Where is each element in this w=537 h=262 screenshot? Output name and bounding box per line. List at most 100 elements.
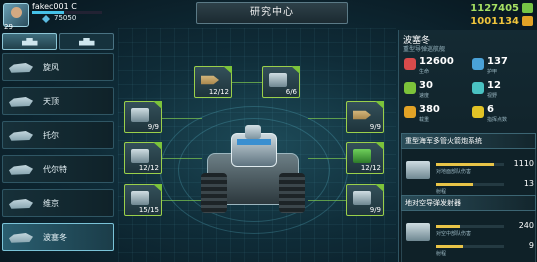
- stat-speed: 30 速度: [401, 78, 467, 100]
- node-count: 9/9: [147, 123, 159, 131]
- stat-label: 视野: [487, 93, 498, 99]
- stat-bar-fill: [436, 163, 494, 166]
- unit-item-tianding[interactable]: 天顶: [2, 87, 114, 115]
- stat-value: 12: [487, 80, 501, 91]
- unit-name: 波塞冬: [43, 233, 67, 242]
- heart-icon: [404, 58, 416, 70]
- gold-icon: [522, 16, 533, 26]
- research-node-armor[interactable]: 9/9: [124, 101, 162, 133]
- ship-icon: [9, 165, 33, 175]
- stat-value: 380: [419, 104, 440, 115]
- node-count: 12/12: [138, 164, 159, 172]
- weapon-title: 地对空导弹发射器: [401, 195, 536, 211]
- unit-item-weijing[interactable]: 维京: [2, 189, 114, 217]
- stat-value: 30: [419, 80, 433, 91]
- tree-connector: [162, 158, 202, 159]
- tab-naval[interactable]: [2, 33, 57, 50]
- weapon-rocket-system[interactable]: 重型海军多管火箭炮系统 1110 对地面部队伤害 13 射程: [401, 133, 536, 201]
- stat-bar: [436, 183, 504, 186]
- research-node-shell[interactable]: 12/12: [194, 66, 232, 98]
- speed-icon: [404, 82, 416, 94]
- radar-icon: [269, 73, 287, 87]
- weapon-stat-row: 9 射程: [436, 241, 534, 259]
- stat-value: 9: [528, 241, 534, 250]
- tree-connector: [308, 200, 346, 201]
- research-node-artillery[interactable]: 9/9: [346, 184, 384, 216]
- player-power: 75050: [54, 14, 77, 22]
- unlocked-check-icon: [375, 184, 384, 192]
- unlocked-check-icon: [291, 66, 300, 74]
- unit-item-tuoer[interactable]: 托尔: [2, 121, 114, 149]
- stat-value: 13: [523, 179, 534, 188]
- research-node-tank[interactable]: 15/15: [124, 184, 162, 216]
- shield-icon: [472, 58, 484, 70]
- cargo-icon: [404, 106, 416, 118]
- ship-icon: [9, 63, 33, 73]
- tank-stripe: [237, 139, 271, 145]
- credits-value: 1127405: [470, 2, 519, 14]
- stat-label: 速度: [419, 93, 430, 99]
- unit-category-tabs: [2, 33, 114, 50]
- stat-capacity: 380 载重: [401, 102, 467, 124]
- unlocked-check-icon: [153, 101, 162, 109]
- weapon-title: 重型海军多管火箭炮系统: [401, 133, 536, 149]
- resource-gold[interactable]: 1001134: [470, 15, 533, 27]
- credits-icon: [522, 3, 533, 13]
- node-count: 12/12: [360, 164, 381, 172]
- unlocked-check-icon: [375, 101, 384, 109]
- weapon-sam-launcher[interactable]: 地对空导弹发射器 240 对空中部队伤害 9 射程: [401, 195, 536, 262]
- stat-command: 6 指挥点数: [469, 102, 535, 124]
- stat-vision: 12 视野: [469, 78, 535, 100]
- stat-value: 1110: [513, 159, 534, 168]
- stat-bar: [436, 245, 504, 248]
- eye-icon: [472, 82, 484, 94]
- player-name: fakec001 C: [32, 2, 77, 11]
- stat-label: 载重: [419, 117, 430, 123]
- stat-label: 射程: [436, 189, 447, 195]
- ship-icon: [9, 199, 33, 209]
- unit-name: 托尔: [43, 131, 59, 140]
- stat-bar: [436, 163, 504, 166]
- unlocked-check-icon: [375, 142, 384, 150]
- stat-bar-fill: [436, 183, 474, 186]
- unit-item-xuanfeng[interactable]: 旋风: [2, 53, 114, 81]
- stat-label: 对空中部队伤害: [436, 231, 472, 237]
- unlocked-check-icon: [153, 184, 162, 192]
- tab-structures[interactable]: [59, 33, 114, 50]
- aircraft-icon: [9, 97, 33, 107]
- research-node-radar[interactable]: 6/6: [262, 66, 300, 98]
- unit-model-tank: [201, 125, 305, 213]
- stat-armor: 137 护甲: [469, 54, 535, 76]
- unit-name: 天顶: [43, 97, 59, 106]
- tree-connector: [308, 158, 346, 159]
- unit-item-daierte[interactable]: 代尔特: [2, 155, 114, 183]
- unlocked-check-icon: [153, 142, 162, 150]
- missile-launcher-icon: [406, 223, 430, 241]
- node-count: 9/9: [369, 206, 381, 214]
- page-title: 研究中心: [196, 2, 348, 24]
- research-node-chip[interactable]: 12/12: [346, 142, 384, 174]
- weapon-stat-row: 1110 对地面部队伤害: [436, 159, 534, 177]
- research-node-missile[interactable]: 9/9: [346, 101, 384, 133]
- stat-label: 对地面部队伤害: [436, 169, 472, 175]
- stat-bar-fill: [436, 225, 460, 228]
- resource-credits[interactable]: 1127405: [470, 2, 533, 14]
- shell-icon: [201, 75, 219, 85]
- unit-item-poseidon[interactable]: 波塞冬: [2, 223, 114, 251]
- unit-list-panel: 旋风 天顶 托尔 代尔特 维京 波塞冬: [0, 30, 116, 262]
- node-count: 15/15: [138, 206, 159, 214]
- weapon-body: 240 对空中部队伤害 9 射程: [401, 211, 536, 262]
- weapon-body: 1110 对地面部队伤害 13 射程: [401, 149, 536, 201]
- research-node-engine[interactable]: 12/12: [124, 142, 162, 174]
- unlocked-check-icon: [223, 66, 232, 74]
- node-count: 9/9: [369, 123, 381, 131]
- ship-icon: [9, 233, 33, 243]
- stat-label: 指挥点数: [487, 117, 508, 123]
- tank-icon: [131, 191, 149, 205]
- top-bar: 29 fakec001 C 75050 研究中心 1127405 1001134: [0, 0, 537, 31]
- building-icon: [78, 37, 95, 46]
- ship-icon: [21, 37, 38, 46]
- artillery-icon: [353, 191, 371, 205]
- tank-tread: [279, 173, 305, 213]
- stat-value: 6: [487, 104, 494, 115]
